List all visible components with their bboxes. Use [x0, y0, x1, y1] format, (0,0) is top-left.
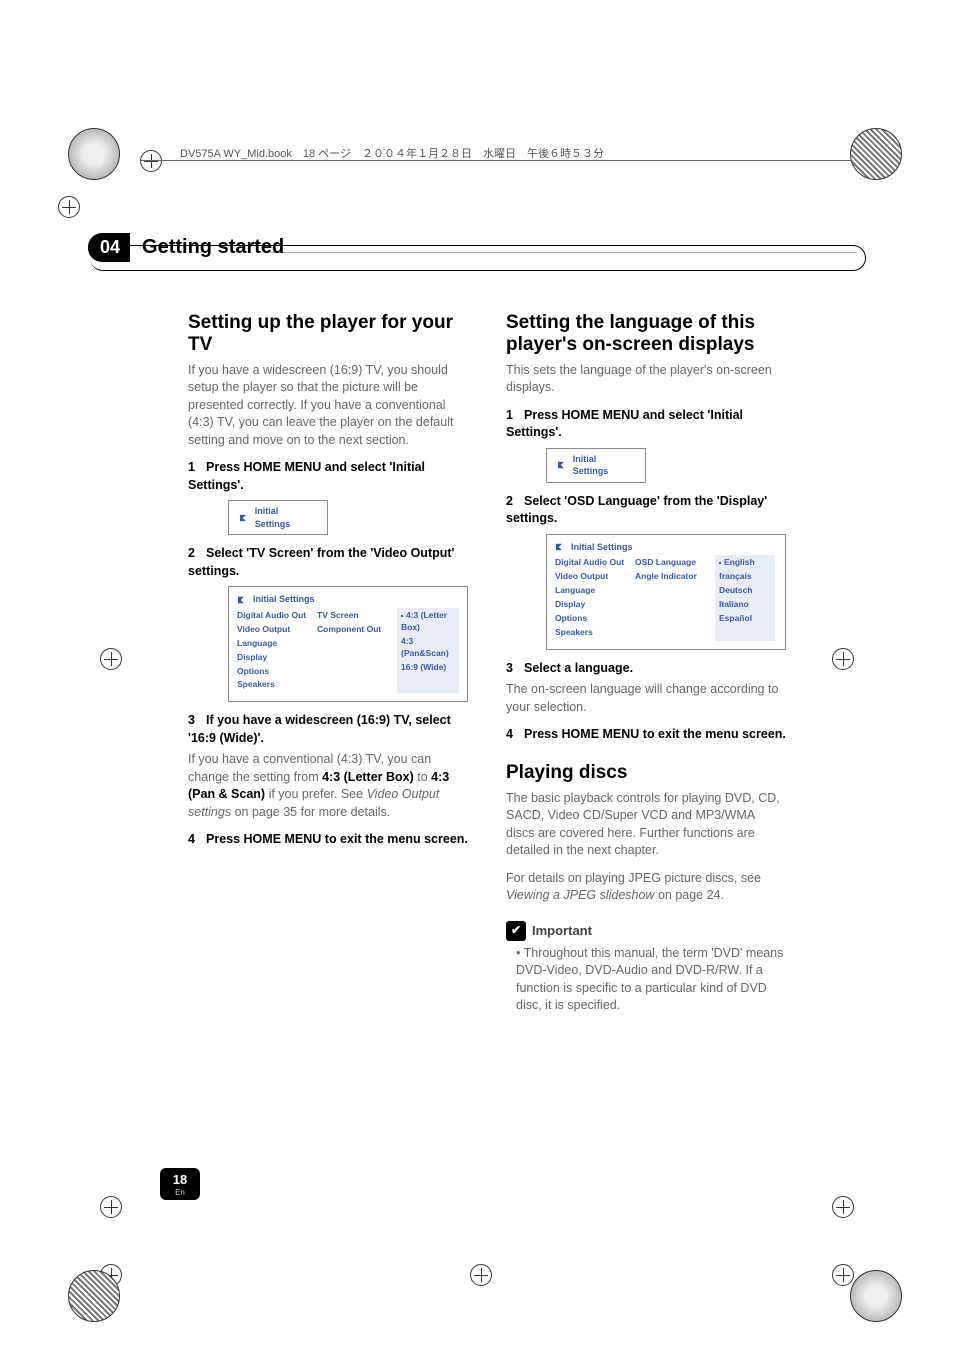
menu-item: Display: [237, 652, 309, 664]
step-4: 4Press HOME MENU to exit the menu screen…: [506, 726, 786, 744]
menu-item: Speakers: [555, 627, 627, 639]
step-text: Press HOME MENU and select 'Initial Sett…: [506, 408, 743, 440]
step-3: 3Select a language.: [506, 660, 786, 678]
body-text: If you have a conventional (4:3) TV, you…: [188, 751, 468, 821]
step-2: 2Select 'TV Screen' from the 'Video Outp…: [188, 545, 468, 580]
body-text: For details on playing JPEG picture disc…: [506, 870, 786, 905]
step-text: Press HOME MENU and select 'Initial Sett…: [188, 460, 425, 492]
crosshair-icon: [832, 648, 854, 670]
crosshair-icon: [140, 150, 162, 172]
chapter-title: Getting started: [132, 232, 298, 263]
menu-item: Angle Indicator: [635, 571, 707, 583]
right-column: Setting the language of this player's on…: [506, 312, 786, 1015]
crosshair-icon: [832, 1196, 854, 1218]
menu-item: Language: [555, 585, 627, 597]
important-icon: ✔: [506, 921, 526, 941]
print-registration-mark: [68, 1270, 120, 1322]
ui-screenshot-initial-settings: Initial Settings: [228, 500, 328, 535]
menu-item: 4:3 (Letter Box): [401, 610, 455, 634]
ui-screenshot-initial-settings: Initial Settings: [546, 448, 646, 483]
menu-item: Language: [237, 638, 309, 650]
chapter-tab: 04 Getting started: [88, 232, 298, 263]
menu-item: Italiano: [719, 599, 771, 611]
step-text: Press HOME MENU to exit the menu screen.: [524, 727, 786, 741]
step-text: If you have a widescreen (16:9) TV, sele…: [188, 713, 451, 745]
menu-item: TV Screen: [317, 610, 389, 622]
menu-item: Options: [555, 613, 627, 625]
running-head: DV575A WY_Mid.book 18 ページ ２００４年１月２８日 水曜日…: [180, 145, 604, 161]
menu-item: Deutsch: [719, 585, 771, 597]
ui-screenshot-osd-language: Initial Settings Digital Audio Out Video…: [546, 534, 786, 650]
step-1: 1Press HOME MENU and select 'Initial Set…: [506, 407, 786, 442]
menu-item: Español: [719, 613, 771, 625]
body-text: This sets the language of the player's o…: [506, 362, 786, 397]
menu-item: Component Out: [317, 624, 389, 636]
step-2: 2Select 'OSD Language' from the 'Display…: [506, 493, 786, 528]
menu-item: Options: [237, 666, 309, 678]
crosshair-icon: [100, 648, 122, 670]
section-heading: Setting the language of this player's on…: [506, 312, 786, 356]
crosshair-icon: [58, 196, 80, 218]
left-column: Setting up the player for your TV If you…: [188, 312, 468, 1015]
step-3: 3If you have a widescreen (16:9) TV, sel…: [188, 712, 468, 747]
crosshair-icon: [470, 1264, 492, 1286]
page-number: 18: [173, 1172, 187, 1187]
menu-icon: [556, 544, 564, 550]
body-text: The on-screen language will change accor…: [506, 681, 786, 716]
screenshot-label: Initial Settings: [573, 453, 633, 478]
important-callout: ✔ Important: [506, 921, 786, 941]
body-text: If you have a widescreen (16:9) TV, you …: [188, 362, 468, 450]
step-text: Select 'TV Screen' from the 'Video Outpu…: [188, 546, 455, 578]
print-registration-mark: [68, 128, 120, 180]
page-lang: En: [175, 1188, 185, 1197]
step-text: Select 'OSD Language' from the 'Display'…: [506, 494, 767, 526]
menu-icon: [240, 515, 248, 521]
list-item: Throughout this manual, the term 'DVD' m…: [516, 945, 786, 1015]
crosshair-icon: [832, 1264, 854, 1286]
page-number-badge: 18 En: [160, 1168, 200, 1200]
menu-item: Display: [555, 599, 627, 611]
menu-item: Digital Audio Out: [555, 557, 627, 569]
print-registration-mark: [850, 1270, 902, 1322]
menu-item: français: [719, 571, 771, 583]
menu-icon: [238, 596, 246, 602]
menu-item: 4:3 (Pan&Scan): [401, 636, 455, 660]
chapter-number: 04: [88, 233, 130, 262]
menu-item: 16:9 (Wide): [401, 662, 455, 674]
screenshot-title: Initial Settings: [253, 593, 315, 606]
body-text: The basic playback controls for playing …: [506, 790, 786, 860]
menu-item: Video Output: [555, 571, 627, 583]
crosshair-icon: [100, 1196, 122, 1218]
menu-item: English: [719, 557, 771, 569]
screenshot-label: Initial Settings: [255, 505, 315, 530]
ui-screenshot-tv-screen: Initial Settings Digital Audio Out Video…: [228, 586, 468, 702]
section-heading: Setting up the player for your TV: [188, 312, 468, 356]
step-text: Press HOME MENU to exit the menu screen.: [206, 832, 468, 846]
step-1: 1Press HOME MENU and select 'Initial Set…: [188, 459, 468, 494]
menu-item: Speakers: [237, 679, 309, 691]
section-heading: Playing discs: [506, 762, 786, 784]
step-text: Select a language.: [524, 661, 633, 675]
menu-icon: [558, 462, 566, 468]
menu-item: Digital Audio Out: [237, 610, 309, 622]
important-label: Important: [532, 922, 592, 940]
step-4: 4Press HOME MENU to exit the menu screen…: [188, 831, 468, 849]
menu-item: Video Output: [237, 624, 309, 636]
print-registration-mark: [850, 128, 902, 180]
menu-item: OSD Language: [635, 557, 707, 569]
screenshot-title: Initial Settings: [571, 541, 633, 554]
